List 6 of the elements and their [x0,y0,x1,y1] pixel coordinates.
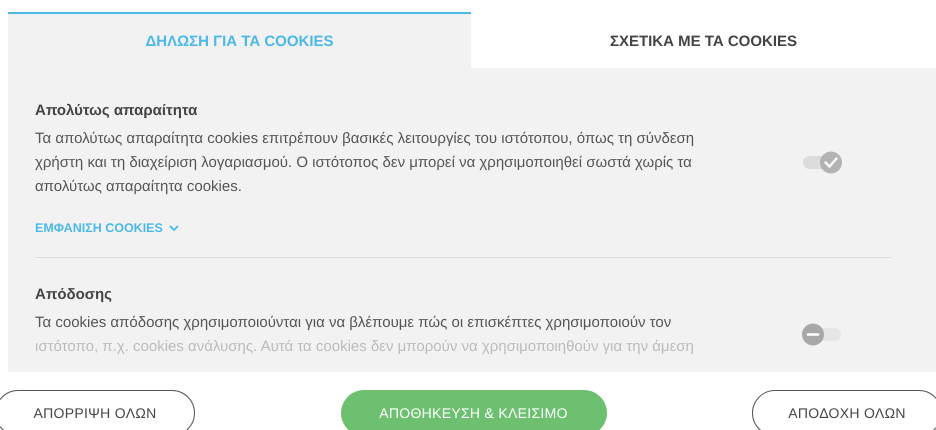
section-title: Απόδοσης [35,286,113,303]
action-button[interactable]: ΑΠΟΡΡΙΨΗ ΟΛΩΝ [0,390,195,430]
action-button[interactable]: ΑΠΟΔΟΧΗ ΟΛΩΝ [752,390,936,430]
section-title: Απολύτως απαραίτητα [35,102,198,119]
chevron-down-icon [168,224,179,232]
section-description: Τα απολύτως απαραίτητα cookies επιτρέπουν βασικές λειτουργίες του ιστότοπου, όπως τη σύνδεση χρήστη και τη διαχείριση λογαριασμού. Ο ιστότοπος δεν μπορεί να χρησιμοποιηθεί σωστά χωρίς τα απολύτως απαραίτητα cookies. [35,129,696,197]
